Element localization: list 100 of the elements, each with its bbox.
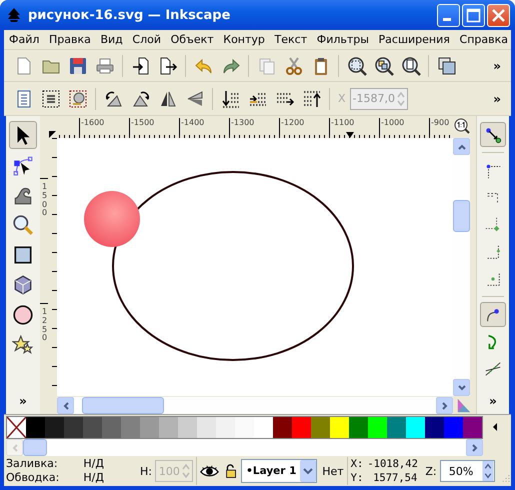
layer-dropdown[interactable]: •Layer 1 [241, 459, 318, 483]
overflow-button[interactable]: » [487, 56, 507, 74]
circle-shape [84, 191, 140, 247]
menu-item[interactable]: Текст [274, 33, 308, 46]
raise-to-top-icon[interactable] [302, 88, 322, 108]
rectangle-icon [12, 244, 34, 266]
scroll-right-button[interactable] [436, 397, 453, 414]
padlock-icon[interactable] [224, 463, 236, 479]
select-all-icon[interactable] [40, 88, 60, 108]
zoom-selection-icon[interactable] [346, 56, 366, 76]
color-swatch[interactable] [140, 416, 159, 438]
dotted-corner-icon [484, 216, 502, 234]
menu-item[interactable]: Файл [9, 33, 40, 46]
color-swatch[interactable] [216, 416, 235, 438]
node-icon [12, 154, 34, 176]
color-swatch[interactable] [26, 416, 45, 438]
color-swatch[interactable] [273, 416, 292, 438]
color-swatch[interactable] [444, 416, 463, 438]
color-swatch[interactable] [254, 416, 273, 438]
palette-menu-icon[interactable] [492, 422, 498, 432]
scroll-thumb[interactable] [82, 397, 164, 414]
no-color-swatch[interactable] [7, 416, 26, 438]
color-swatch[interactable] [64, 416, 83, 438]
snap-point-icon [484, 162, 502, 180]
horizontal-scrollbar[interactable] [57, 397, 453, 414]
x-coordinate: -1018,42 [367, 457, 418, 471]
color-swatch[interactable] [425, 416, 444, 438]
layer-status: Нет [322, 464, 344, 478]
maximize-button[interactable] [462, 4, 485, 26]
menu-item[interactable]: Справка [460, 33, 508, 46]
cube-icon [12, 274, 34, 296]
minimize-icon [443, 18, 451, 20]
zoom-drawing-icon[interactable] [374, 56, 394, 76]
rotate-right-icon[interactable] [130, 88, 150, 108]
color-swatch[interactable] [311, 416, 330, 438]
magnifier-icon [12, 214, 34, 236]
save-icon[interactable] [68, 56, 88, 76]
menu-item[interactable]: Правка [49, 33, 91, 46]
scroll-thumb[interactable] [453, 200, 470, 232]
menu-item[interactable]: Расширения [378, 33, 450, 46]
fill-label: Заливка: [6, 457, 59, 471]
color-swatch[interactable] [83, 416, 102, 438]
palette-scrollbar[interactable] [6, 439, 483, 456]
scissors-icon[interactable] [284, 56, 304, 76]
scroll-thumb[interactable] [23, 439, 47, 456]
x-label: X [338, 92, 346, 105]
color-swatch[interactable] [368, 416, 387, 438]
color-swatch[interactable] [159, 416, 178, 438]
scroll-up-button[interactable] [453, 138, 470, 155]
crossing-lines-icon [484, 360, 502, 378]
menu-item[interactable]: Объект [170, 33, 214, 46]
color-swatch[interactable] [178, 416, 197, 438]
color-swatch[interactable] [387, 416, 406, 438]
lower-to-bottom-icon[interactable] [220, 88, 240, 108]
stars-icon [12, 334, 34, 356]
scroll-left-button[interactable] [57, 397, 74, 414]
color-swatch[interactable] [349, 416, 368, 438]
circle-icon [12, 304, 34, 326]
color-swatch[interactable] [45, 416, 64, 438]
zoom-field[interactable]: 50% [440, 460, 495, 482]
app-icon [6, 7, 22, 23]
import-icon[interactable] [130, 56, 150, 76]
menu-item[interactable]: Вид [100, 33, 123, 46]
color-swatch[interactable] [406, 416, 425, 438]
menu-item[interactable]: Фильтры [316, 33, 369, 46]
printer-icon[interactable] [94, 56, 114, 76]
window-title: рисунок-16.svg — Inkscape [28, 8, 232, 22]
scroll-right-button[interactable] [466, 439, 483, 456]
color-swatch[interactable] [292, 416, 311, 438]
color-swatch[interactable] [197, 416, 216, 438]
color-triangle-icon[interactable] [456, 398, 471, 413]
scroll-down-button[interactable] [453, 379, 470, 396]
overflow-button[interactable]: » [483, 392, 503, 410]
zoom-page-icon[interactable] [400, 56, 420, 76]
menu-item[interactable]: Слой [132, 33, 161, 46]
overflow-button[interactable]: » [487, 90, 507, 108]
close-button[interactable] [487, 4, 510, 26]
ruler-corner-icon [49, 131, 56, 138]
stroke-label: Обводка: [6, 471, 60, 485]
spinner-icon [482, 461, 494, 481]
tool-button[interactable] [9, 121, 37, 149]
vertical-scrollbar[interactable] [453, 138, 470, 396]
color-swatch[interactable] [330, 416, 349, 438]
menu-item[interactable]: Контур [223, 33, 265, 46]
spinner-icon [397, 90, 406, 106]
color-swatch[interactable] [121, 416, 140, 438]
rotate-left-icon[interactable] [104, 88, 124, 108]
color-swatch[interactable] [235, 416, 254, 438]
overflow-button[interactable]: » [13, 392, 33, 410]
color-swatch[interactable] [463, 416, 482, 438]
stroke-value: Н/Д [83, 471, 104, 485]
eye-icon[interactable] [200, 464, 219, 478]
color-swatch[interactable] [102, 416, 121, 438]
select-all-layers-icon[interactable] [68, 88, 88, 108]
duplicate-icon[interactable] [436, 56, 456, 76]
zoom-one-to-one-icon[interactable] [454, 118, 470, 134]
export-icon[interactable] [158, 56, 178, 76]
snap-button[interactable] [480, 122, 506, 147]
minimize-button[interactable] [437, 4, 460, 26]
spinner-icon [182, 463, 190, 479]
